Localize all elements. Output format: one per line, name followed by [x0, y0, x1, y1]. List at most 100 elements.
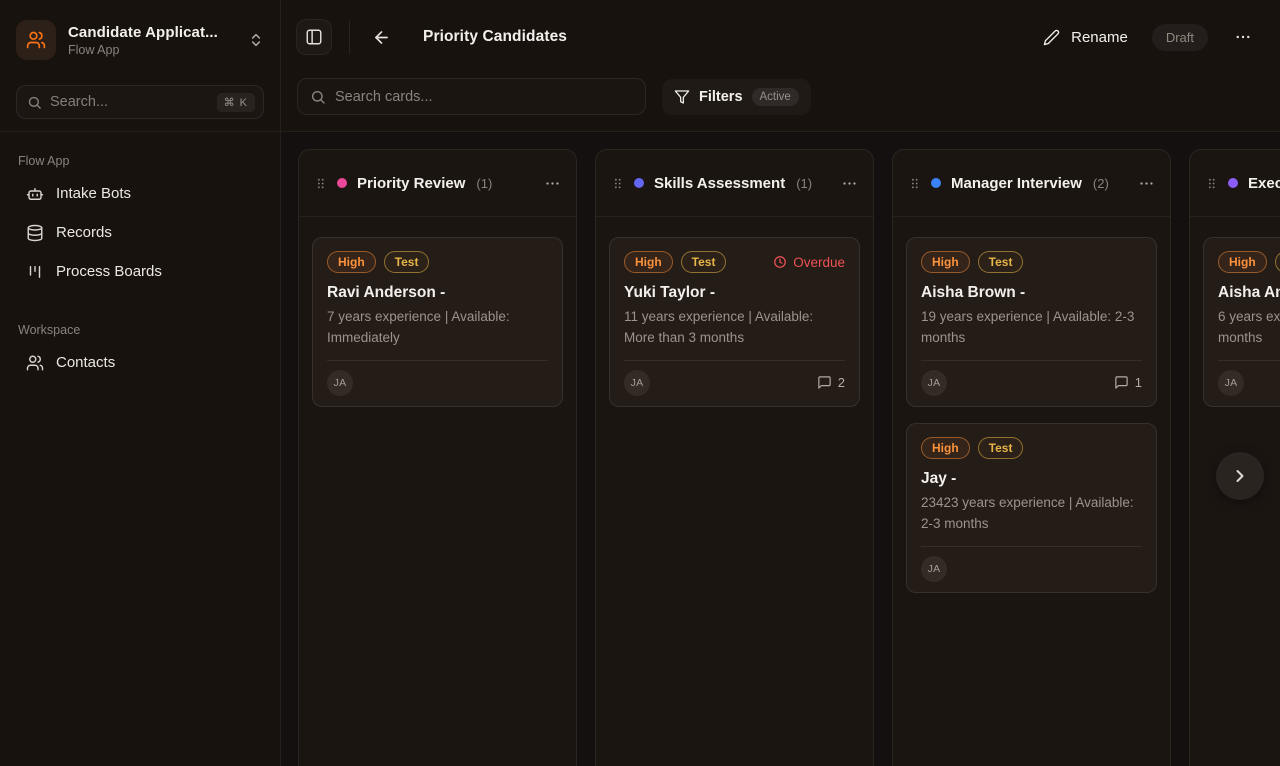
drag-handle-icon[interactable]: [611, 175, 624, 192]
card-footer: JA: [1218, 360, 1280, 396]
column-title: Executive Review: [1248, 175, 1280, 192]
comment-icon: [817, 375, 832, 390]
ellipsis-icon: [1234, 28, 1252, 46]
card-title: Ravi Anderson -: [327, 284, 548, 302]
column-count: (2): [1093, 176, 1109, 191]
kanban-board: Priority Review (1) High Test Ravi Ander…: [281, 132, 1280, 766]
filters-button[interactable]: Filters Active: [662, 79, 811, 115]
comment-count: 1: [1114, 375, 1142, 390]
card-badges: High Test: [327, 251, 548, 273]
drag-handle-icon[interactable]: [314, 175, 327, 192]
column-header: Skills Assessment (1): [596, 150, 873, 217]
bot-icon: [26, 185, 44, 203]
sidebar-search[interactable]: ⌘ K: [16, 85, 264, 119]
ellipsis-icon: [841, 175, 858, 192]
search-icon: [27, 95, 42, 110]
column-count: (1): [476, 176, 492, 191]
avatar: JA: [921, 556, 947, 582]
card-description: 7 years experience | Available: Immediat…: [327, 307, 548, 348]
comment-count: 2: [817, 375, 845, 390]
main-header: Priority Candidates Rename Draft: [281, 0, 1280, 132]
nav-section-label: Flow App: [18, 154, 264, 168]
page-title: Priority Candidates: [423, 28, 567, 46]
column-body: High Test Overdue Yuki Taylor - 11 years…: [596, 217, 873, 420]
more-options-button[interactable]: [1234, 28, 1252, 46]
column-color-dot: [1228, 178, 1238, 188]
chevron-right-icon: [1230, 466, 1250, 486]
kanban-card[interactable]: High Test Aisha Anderson - 6 years exper…: [1203, 237, 1280, 407]
topbar-actions: Rename Draft: [1043, 24, 1252, 51]
board-column-priority-review: Priority Review (1) High Test Ravi Ander…: [298, 149, 577, 766]
card-footer: JA 2: [624, 360, 845, 396]
sidebar-search-input[interactable]: [50, 94, 209, 110]
kanban-icon: [26, 263, 44, 281]
avatar: JA: [921, 370, 947, 396]
divider: [349, 20, 350, 54]
kanban-card[interactable]: High Test Overdue Yuki Taylor - 11 years…: [609, 237, 860, 407]
comment-count-value: 1: [1135, 375, 1142, 390]
sidebar-item-process-boards[interactable]: Process Boards: [16, 252, 264, 291]
kanban-card[interactable]: High Test Jay - 23423 years experience |…: [906, 423, 1157, 593]
drag-handle-icon[interactable]: [1205, 175, 1218, 192]
app-switcher[interactable]: Candidate Applicat... Flow App: [16, 20, 264, 60]
sidebar-item-records[interactable]: Records: [16, 213, 264, 252]
database-icon: [26, 224, 44, 242]
card-search[interactable]: [297, 78, 646, 115]
card-search-input[interactable]: [335, 89, 633, 105]
sidebar-item-intake-bots[interactable]: Intake Bots: [16, 174, 264, 213]
card-footer: JA: [921, 546, 1142, 582]
column-menu-button[interactable]: [841, 175, 858, 192]
app-title: Candidate Applicat...: [68, 24, 236, 41]
column-title: Priority Review: [357, 175, 465, 192]
back-button[interactable]: [367, 23, 395, 51]
rename-button[interactable]: Rename: [1043, 29, 1128, 46]
sidebar-item-label: Intake Bots: [56, 185, 131, 202]
avatar: JA: [1218, 370, 1244, 396]
sidebar-item-contacts[interactable]: Contacts: [16, 343, 264, 382]
card-description: 23423 years experience | Available: 2-3 …: [921, 493, 1142, 534]
column-title: Skills Assessment: [654, 175, 785, 192]
column-body: High Test Aisha Anderson - 6 years exper…: [1190, 217, 1280, 420]
filter-icon: [674, 89, 690, 105]
column-title: Manager Interview: [951, 175, 1082, 192]
test-badge: Test: [978, 251, 1024, 273]
sidebar-top: Candidate Applicat... Flow App ⌘ K: [0, 0, 280, 132]
sidebar: Candidate Applicat... Flow App ⌘ K Flow …: [0, 0, 281, 766]
panel-left-icon: [305, 28, 323, 46]
rename-label: Rename: [1071, 29, 1128, 46]
column-color-dot: [337, 178, 347, 188]
card-description: 11 years experience | Available: More th…: [624, 307, 845, 348]
priority-badge: High: [1218, 251, 1267, 273]
column-body: High Test Ravi Anderson - 7 years experi…: [299, 217, 576, 420]
chevrons-up-down-icon[interactable]: [248, 32, 264, 48]
drag-handle-icon[interactable]: [908, 175, 921, 192]
column-header: Manager Interview (2): [893, 150, 1170, 217]
ellipsis-icon: [1138, 175, 1155, 192]
column-menu-button[interactable]: [544, 175, 561, 192]
card-badges: High Test: [921, 251, 1142, 273]
clock-icon: [773, 255, 787, 269]
card-badges: High Test Overdue: [624, 251, 845, 273]
priority-badge: High: [327, 251, 376, 273]
scroll-right-button[interactable]: [1216, 452, 1264, 500]
test-badge: Test: [978, 437, 1024, 459]
card-title: Yuki Taylor -: [624, 284, 845, 302]
overdue-label: Overdue: [793, 255, 845, 270]
sidebar-nav: Flow App Intake Bots Records Process Boa…: [0, 132, 280, 386]
sidebar-item-label: Records: [56, 224, 112, 241]
comment-icon: [1114, 375, 1129, 390]
avatar: JA: [624, 370, 650, 396]
column-color-dot: [634, 178, 644, 188]
users-icon: [26, 354, 44, 372]
ellipsis-icon: [544, 175, 561, 192]
users-icon: [26, 30, 46, 50]
priority-badge: High: [921, 251, 970, 273]
pencil-icon: [1043, 29, 1060, 46]
kanban-card[interactable]: High Test Aisha Brown - 19 years experie…: [906, 237, 1157, 407]
kanban-card[interactable]: High Test Ravi Anderson - 7 years experi…: [312, 237, 563, 407]
column-body: High Test Aisha Brown - 19 years experie…: [893, 217, 1170, 606]
column-menu-button[interactable]: [1138, 175, 1155, 192]
column-count: (1): [796, 176, 812, 191]
card-description: 6 years experience | Available: 2-3 mont…: [1218, 307, 1280, 348]
sidebar-toggle-button[interactable]: [296, 19, 332, 55]
